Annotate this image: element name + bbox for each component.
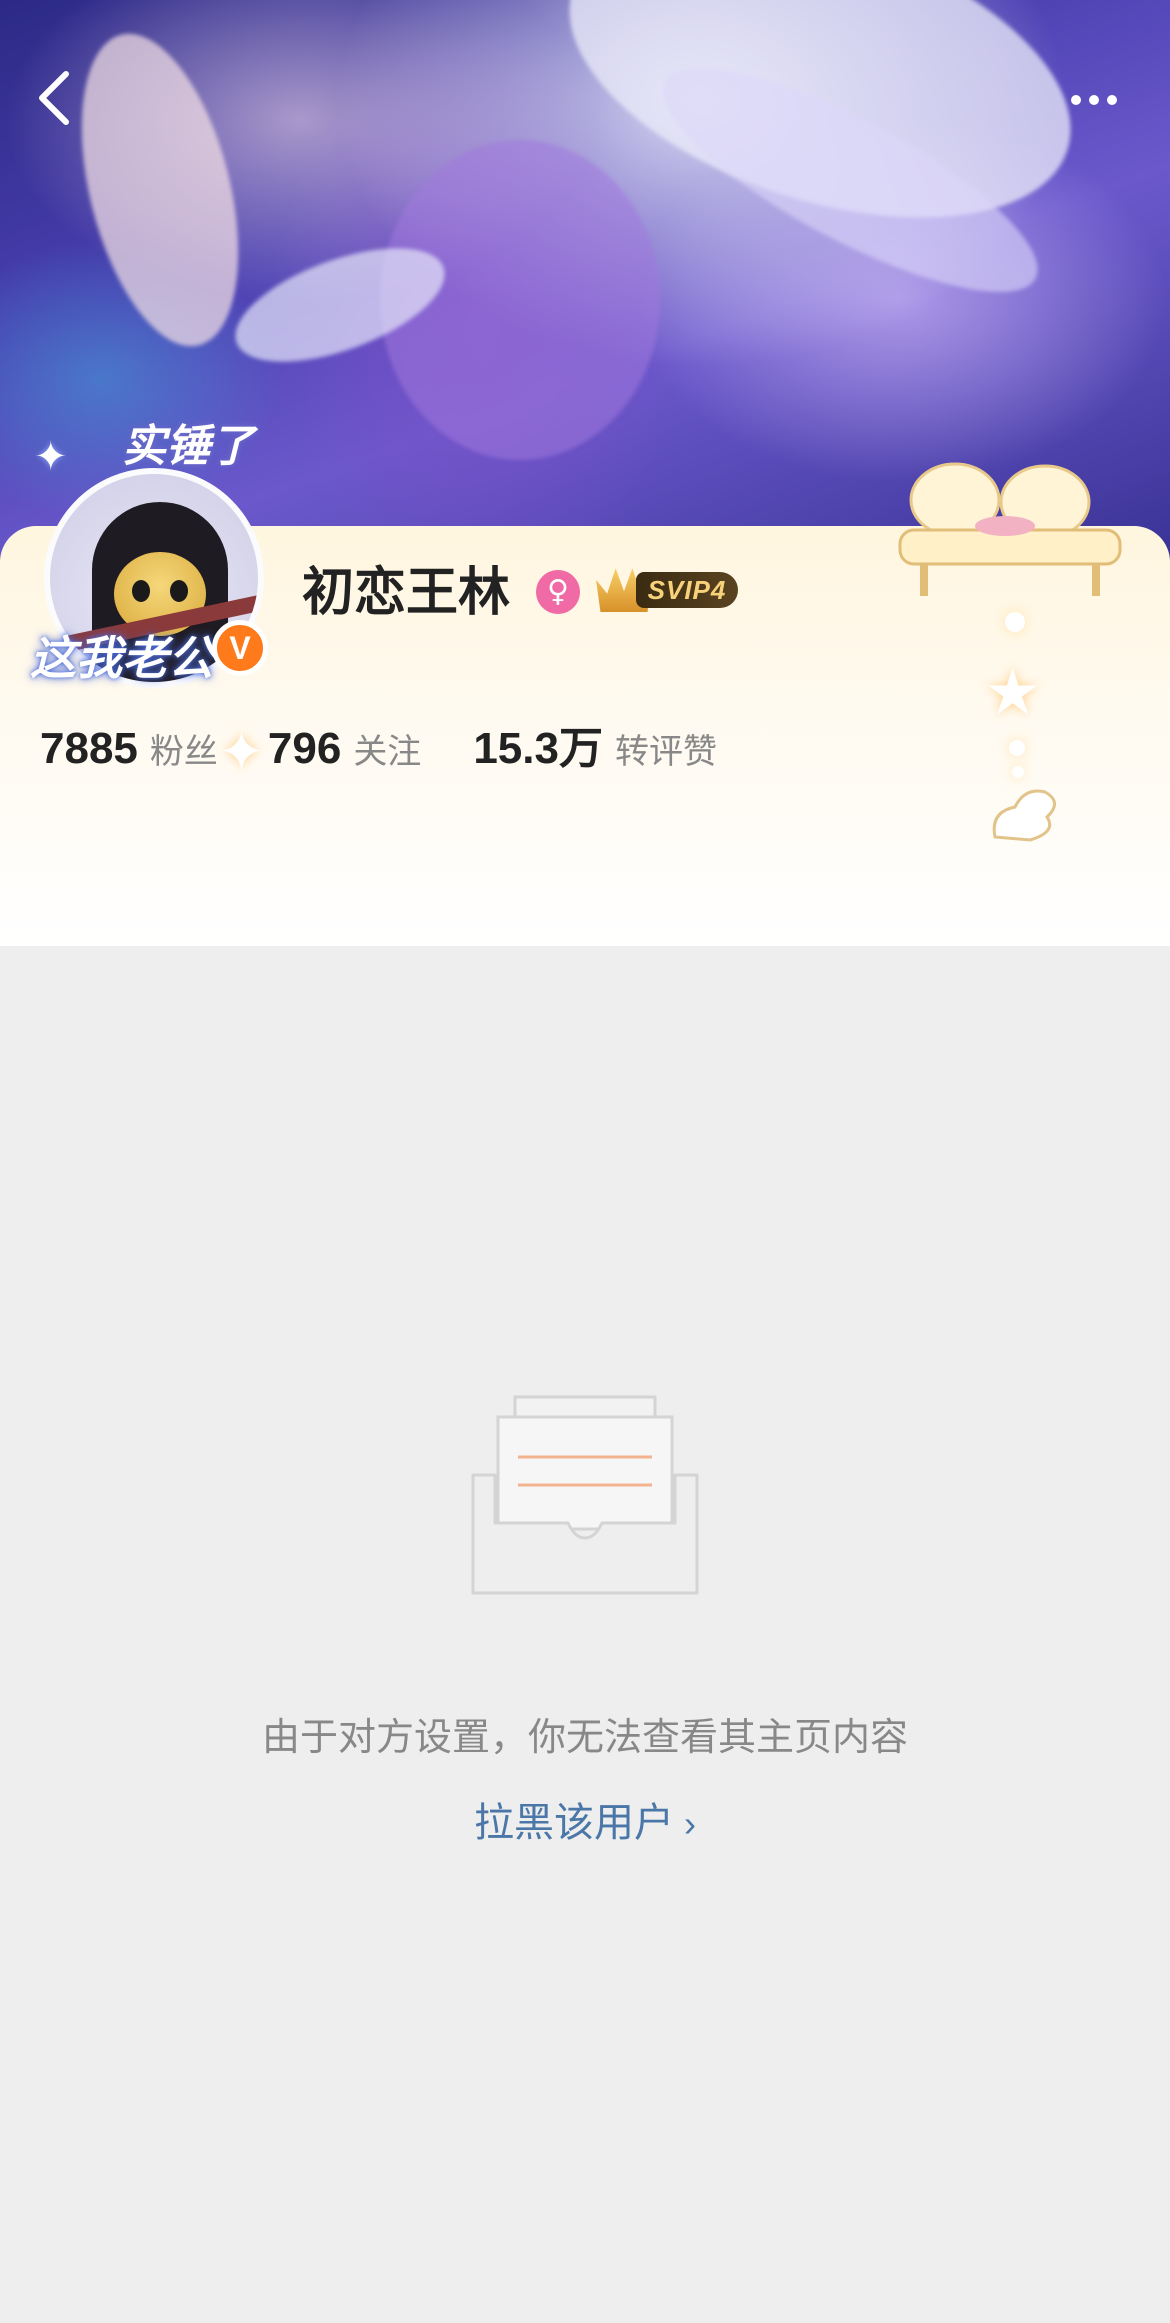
profile-username: 初恋王林 bbox=[302, 564, 511, 622]
verified-badge-icon: V bbox=[212, 620, 268, 676]
stat-interactions-label: 转评赞 bbox=[614, 733, 717, 771]
decoration-dot bbox=[1012, 766, 1024, 778]
decoration-star-icon: ★ bbox=[984, 656, 1042, 730]
more-button[interactable] bbox=[1068, 70, 1120, 130]
decoration-wing-icon bbox=[985, 782, 1065, 856]
stat-followers-value: 7885 bbox=[40, 724, 138, 773]
more-dots-icon bbox=[1071, 95, 1117, 105]
profile-stats: 7885 粉丝 796 关注 15.3万 转评赞 bbox=[40, 712, 767, 774]
empty-state-message: 由于对方设置，你无法查看其主页内容 bbox=[261, 1717, 908, 1759]
block-user-link[interactable]: 拉黑该用户 › bbox=[0, 1790, 1170, 1848]
stat-following-value: 796 bbox=[267, 724, 342, 773]
stat-followers[interactable]: 7885 粉丝 bbox=[40, 724, 218, 774]
avatar-frame-text-bottom: 这我老公 bbox=[30, 631, 214, 685]
decoration-dot bbox=[1005, 612, 1025, 632]
stat-following[interactable]: 796 关注 bbox=[268, 724, 421, 774]
sparkle-icon: ✦ bbox=[34, 434, 68, 480]
stat-interactions[interactable]: 15.3万 转评赞 bbox=[473, 712, 717, 776]
decoration-table-illustration bbox=[895, 460, 1125, 600]
stat-following-label: 关注 bbox=[353, 733, 422, 771]
avatar-frame-text-top: 实锤了 bbox=[122, 421, 254, 472]
svip-label: SVIP4 bbox=[636, 572, 738, 608]
chevron-right-icon: › bbox=[684, 1803, 696, 1844]
empty-inbox-icon bbox=[470, 1395, 700, 1595]
block-user-label: 拉黑该用户 bbox=[474, 1801, 674, 1845]
female-icon: ♀ bbox=[536, 570, 580, 614]
decoration-dot bbox=[1009, 740, 1025, 756]
back-button[interactable] bbox=[28, 68, 80, 128]
stat-interactions-value: 15.3万 bbox=[473, 724, 603, 773]
svip-badge[interactable]: SVIP4 bbox=[596, 566, 740, 612]
profile-page: ★ ✦ ✦ 实锤了 这我老公 V 初恋王林 ♀ SVIP4 7885 粉丝 79… bbox=[0, 0, 1170, 2323]
avatar[interactable]: ✦ 实锤了 这我老公 V bbox=[30, 410, 270, 690]
chevron-left-icon bbox=[39, 71, 69, 125]
stat-followers-label: 粉丝 bbox=[149, 733, 218, 771]
